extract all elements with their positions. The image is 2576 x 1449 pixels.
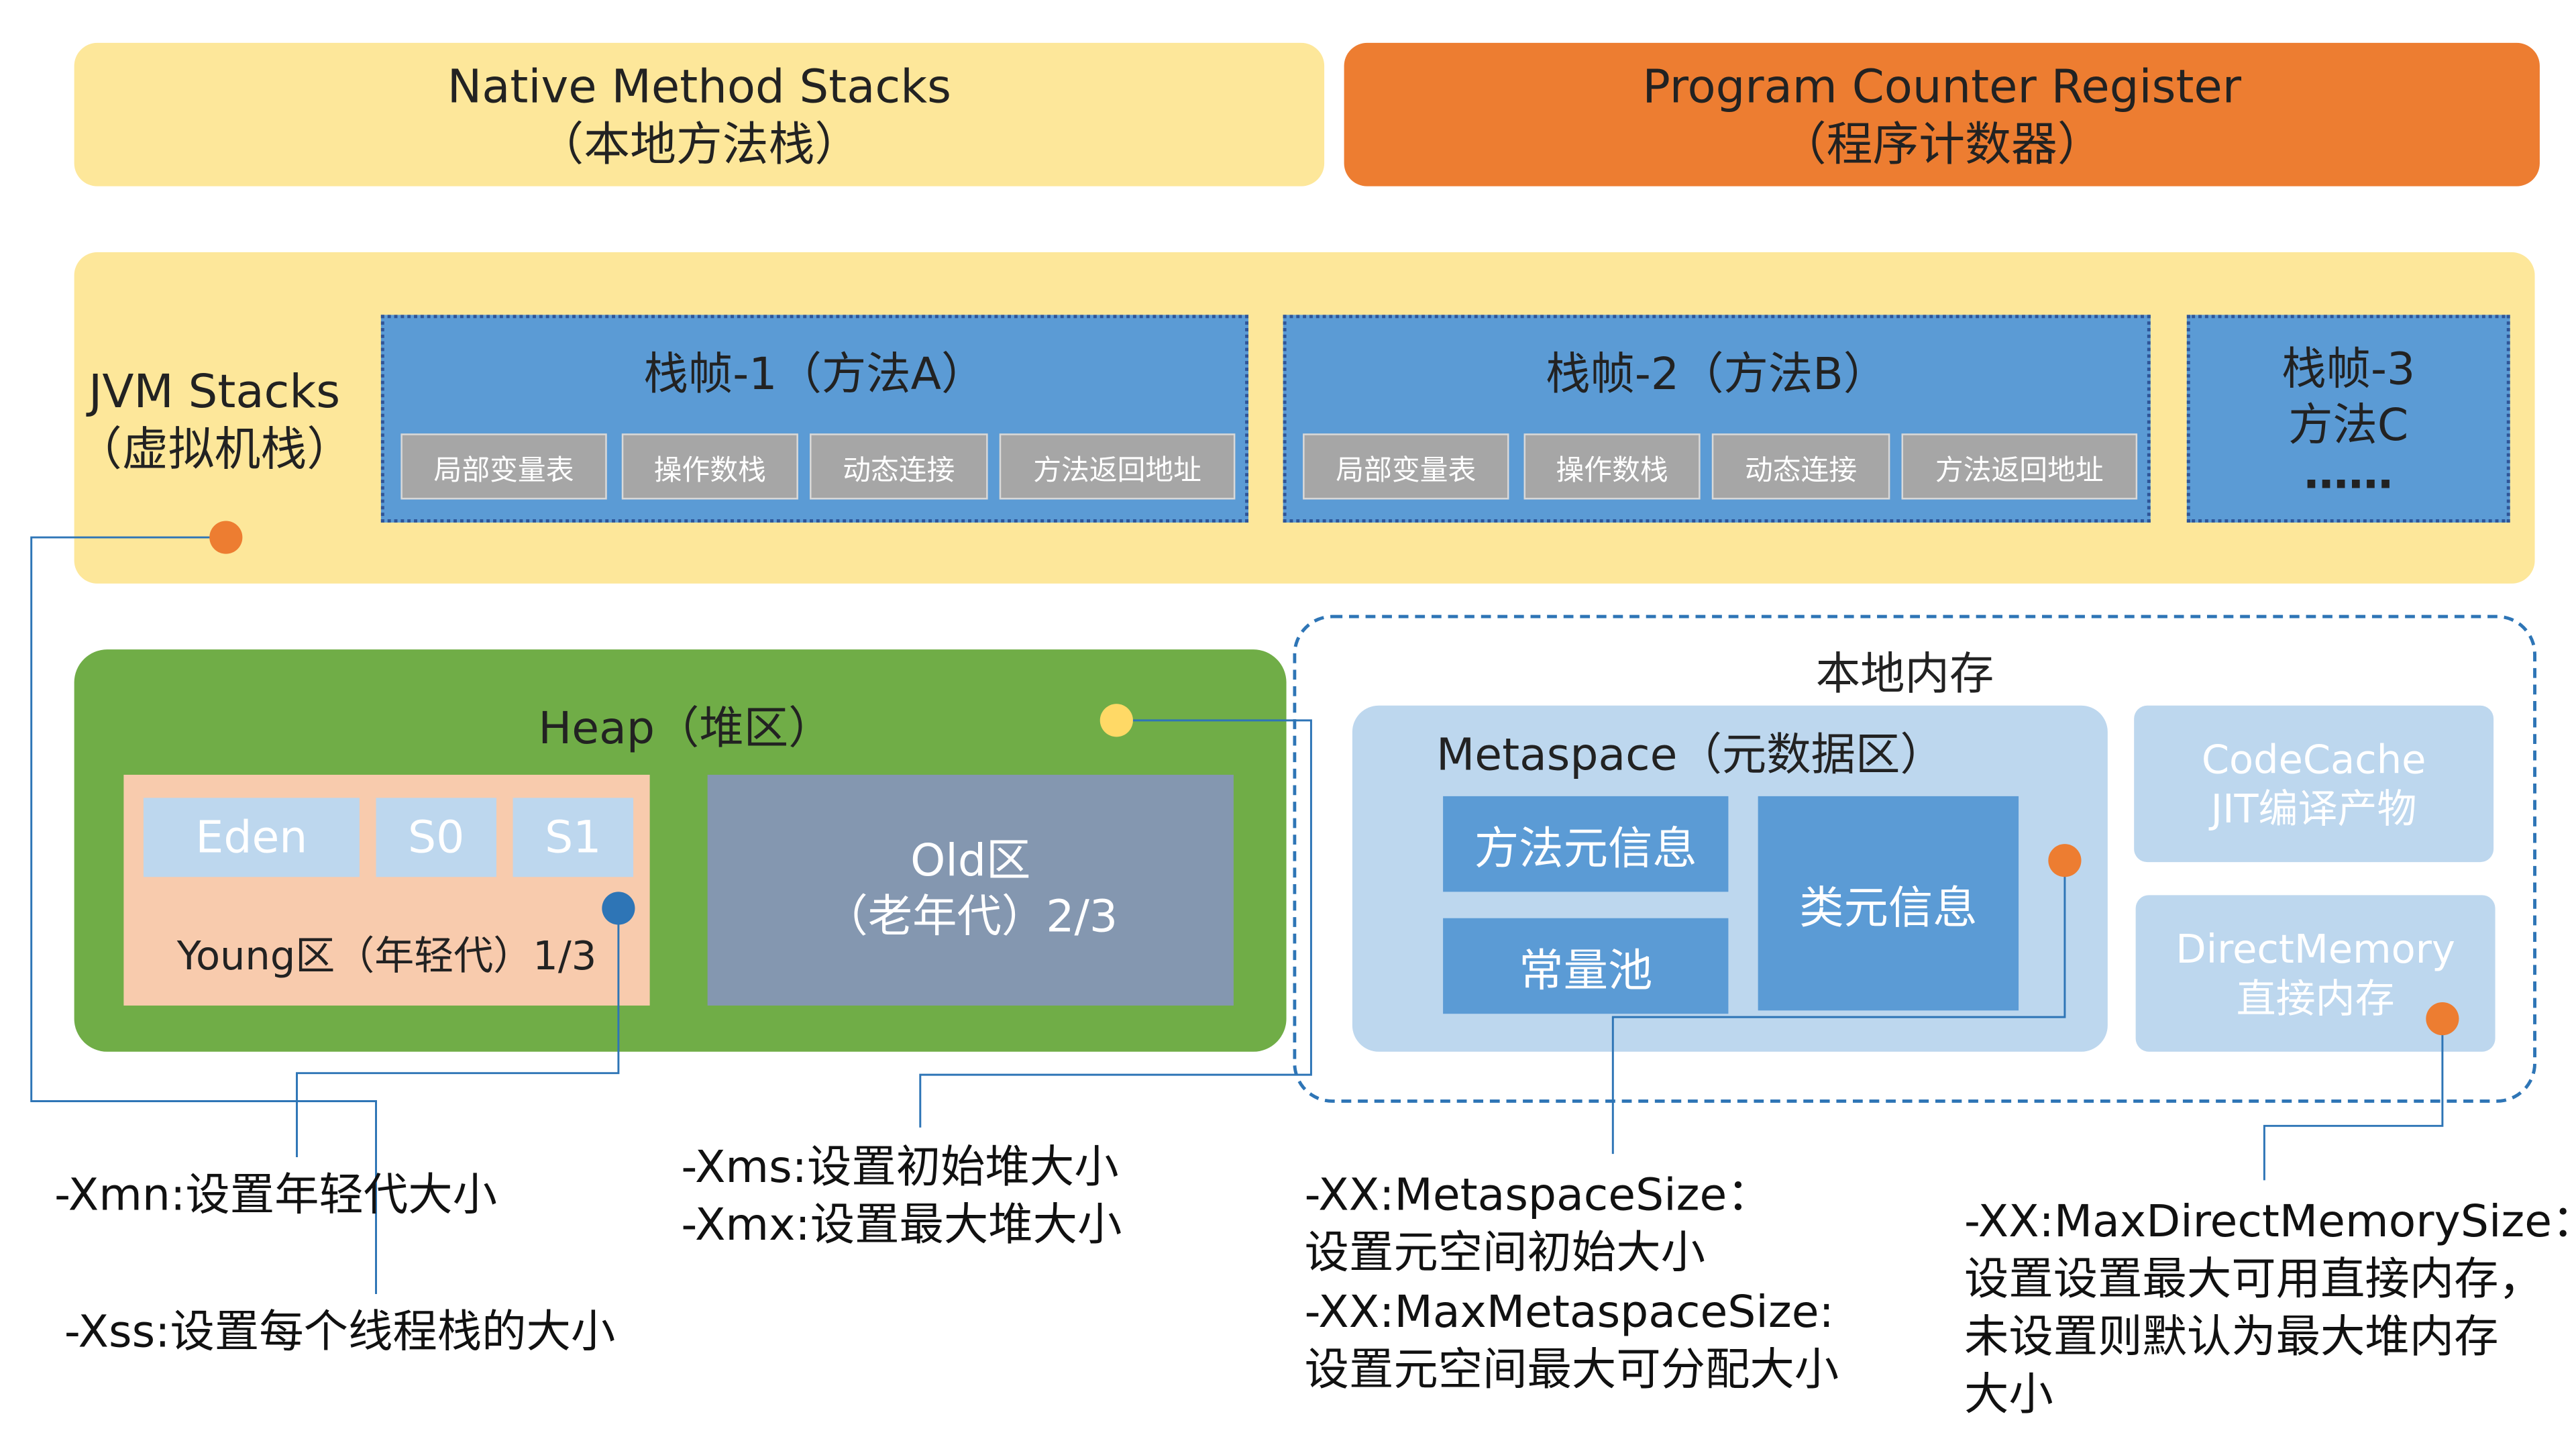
metaspace-size-desc: 设置元空间初始大小 [1304,1228,1705,1279]
direct-memory-dot [2426,1002,2459,1036]
jvm-stacks-label: JVM Stacks （虚拟机栈） [74,354,355,486]
codecache-subtitle: JIT编译产物 [2210,785,2417,832]
max-direct-memory-desc-2: 未设置则默认为最大堆内存 [1964,1312,2499,1364]
xms-note: -Xms:设置初始堆大小 [681,1142,1119,1194]
native-stack-subtitle: （本地方法栈） [537,116,861,171]
max-direct-memory-note: -XX:MaxDirectMemorySize： [1964,1196,2576,1248]
pc-register-subtitle: （程序计数器） [1780,116,2104,171]
jvm-memory-diagram: Native Method Stacks （本地方法栈） Program Cou… [0,0,2576,1449]
codecache-title: CodeCache [2201,736,2426,782]
xss-note: -Xss:设置每个线程栈的大小 [64,1307,616,1358]
stack-frame-3-ellipsis: …… [2304,447,2394,499]
young-gen-label: Young区（年轻代）1/3 [176,932,597,979]
max-direct-memory-desc-3: 大小 [1964,1370,2053,1421]
max-metaspace-size-note: -XX:MaxMetaspaceSize: [1304,1287,1834,1339]
metaspace-title: Metaspace（元数据区） [1436,730,1945,782]
old-gen-subtitle: （老年代）2/3 [823,892,1118,943]
eden-box: Eden [143,798,360,877]
program-counter-register-box: Program Counter Register （程序计数器） [1344,42,2540,186]
old-gen-box: Old区 （老年代）2/3 [707,774,1234,1006]
heap-title: Heap（堆区） [538,704,833,755]
frame1-return-address: 方法返回地址 [999,433,1236,500]
class-metadata-box: 类元信息 [1758,796,2019,1011]
native-stack-title: Native Method Stacks [447,58,951,113]
direct-memory-title: DirectMemory [2176,925,2455,972]
jvm-stacks-title: JVM Stacks [89,364,341,419]
stack-frame-2: 栈帧-2（方法B） 局部变量表 操作数栈 动态连接 方法返回地址 [1283,315,2151,523]
s0-box: S0 [376,798,496,877]
stack-frame-3: 栈帧-3 方法C …… [2186,315,2510,523]
young-gen-dot [602,892,635,925]
pc-register-title: Program Counter Register [1642,58,2242,113]
stack-frame-1-title: 栈帧-1（方法A） [643,349,986,401]
frame1-operand-stack: 操作数栈 [621,433,798,500]
stack-frame-3-method: 方法C [2288,400,2409,451]
codecache-box: CodeCache JIT编译产物 [2134,705,2494,863]
frame2-operand-stack: 操作数栈 [1523,433,1701,500]
xmx-note: -Xmx:设置最大堆大小 [681,1199,1122,1252]
xmn-note: -Xmn:设置年轻代大小 [54,1170,497,1222]
class-metadata-dot [2048,844,2082,877]
heap-dot [1099,704,1133,737]
max-metaspace-size-desc: 设置元空间最大可分配大小 [1304,1345,1839,1397]
frame2-return-address: 方法返回地址 [1901,433,2138,500]
stack-frame-3-title: 栈帧-3 [2282,344,2416,396]
stack-frame-2-title: 栈帧-2（方法B） [1546,349,1888,401]
native-memory-title: 本地内存 [1815,649,1994,701]
metaspace-size-note: -XX:MetaspaceSize： [1304,1170,1772,1222]
native-method-stacks-box: Native Method Stacks （本地方法栈） [74,42,1325,186]
s1-box: S1 [513,798,634,877]
frame2-dynamic-linking: 动态连接 [1711,433,1890,500]
frame2-local-variables: 局部变量表 [1303,433,1509,500]
jvm-stacks-subtitle: （虚拟机栈） [76,422,354,477]
frame1-local-variables: 局部变量表 [400,433,607,500]
old-gen-title: Old区 [910,836,1031,888]
stack-frame-1: 栈帧-1（方法A） 局部变量表 操作数栈 动态连接 方法返回地址 [380,315,1249,523]
constant-pool-box: 常量池 [1443,918,1729,1014]
direct-memory-subtitle: 直接内存 [2236,975,2395,1022]
method-metadata-box: 方法元信息 [1443,796,1729,892]
frame1-dynamic-linking: 动态连接 [810,433,988,500]
max-direct-memory-desc-1: 设置设置最大可用直接内存， [1964,1254,2543,1306]
jvm-stacks-dot [209,521,243,554]
